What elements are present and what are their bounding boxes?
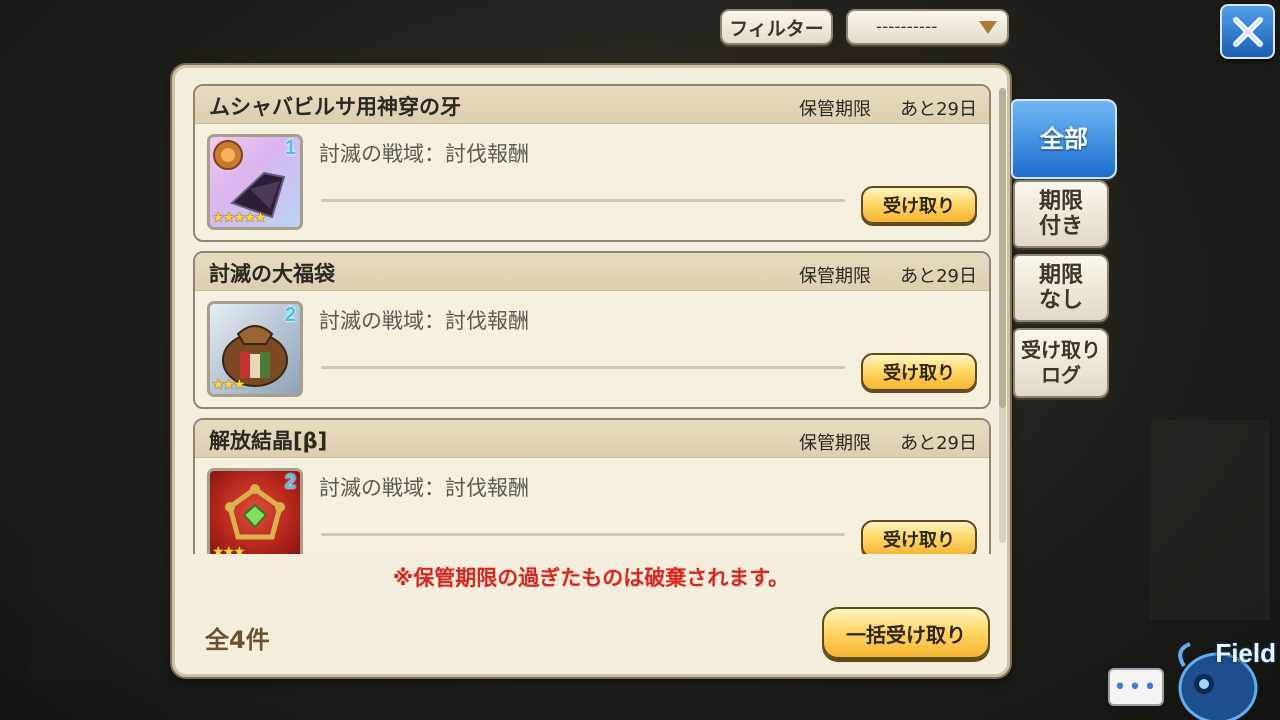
item-header: ムシャバビルサ用神穿の牙 保管期限 あと29日 [195,86,989,124]
rarity-stars: ★★★★★ [212,210,267,226]
close-button[interactable] [1220,4,1275,59]
field-label: Field [1215,638,1276,668]
bulk-receive-button[interactable]: 一括受け取り [822,607,990,659]
rarity-stars: ★★★ [212,544,246,554]
item-name: 討滅の大福袋 [209,262,335,286]
divider [321,366,845,369]
receive-button[interactable]: 受け取り [861,186,977,224]
divider [321,533,845,536]
item-list[interactable]: ムシャバビルサ用神穿の牙 保管期限 あと29日 1 ★★★★★ 討滅の戦域：討伐… [193,84,993,554]
tab-with-expiry[interactable]: 期限 付き [1013,180,1109,248]
receive-button[interactable]: 受け取り [861,520,977,554]
field-button[interactable]: Field [1170,626,1280,720]
item-header: 討滅の大福袋 保管期限 あと29日 [195,253,989,291]
list-item: 解放結晶[β] 保管期限 あと29日 2 ★★★ 討滅の戦域：討伐報酬 受け取り [193,418,991,554]
item-count: 2 [284,471,296,493]
filter-dropdown-value: ---------- [876,17,938,37]
filter-button[interactable]: フィルター [720,9,833,45]
item-name: 解放結晶[β] [209,429,328,453]
present-box-panel: ムシャバビルサ用神穿の牙 保管期限 あと29日 1 ★★★★★ 討滅の戦域：討伐… [172,65,1010,677]
chevron-down-icon [979,21,997,34]
item-source: 討滅の戦域：討伐報酬 [319,309,529,333]
fang-icon: 1 ★★★★★ [207,134,303,230]
expiry-value: あと29日 [900,433,977,454]
expiry-warning: ※保管期限の過ぎたものは破棄されます。 [392,566,790,590]
item-name: ムシャバビルサ用神穿の牙 [209,95,461,119]
total-count: 全4件 [205,626,270,654]
tab-all[interactable]: 全部 [1011,99,1117,179]
expiry-label: 保管期限 [799,433,871,454]
expiry-label: 保管期限 [799,99,871,120]
tab-no-expiry[interactable]: 期限 なし [1013,254,1109,322]
divider [321,199,845,202]
scrollbar[interactable] [999,88,1006,543]
expiry-value: あと29日 [900,266,977,287]
item-source: 討滅の戦域：討伐報酬 [319,142,529,166]
close-icon [1232,16,1263,47]
receive-button[interactable]: 受け取り [861,353,977,391]
tab-receive-log[interactable]: 受け取り ログ [1013,328,1109,398]
expiry-value: あと29日 [900,99,977,120]
release-crystal-icon: 2 ★★★ [207,468,303,554]
item-source: 討滅の戦域：討伐報酬 [319,476,529,500]
rarity-stars: ★★★ [212,377,246,393]
scrollbar-thumb[interactable] [999,88,1006,408]
expiry-label: 保管期限 [799,266,871,287]
item-header: 解放結晶[β] 保管期限 あと29日 [195,420,989,458]
chat-icon: ••• [1113,674,1159,700]
item-count: 2 [284,304,296,326]
list-item: 討滅の大福袋 保管期限 あと29日 2 ★★★ 討滅の戦域：討伐報酬 受け取り [193,251,991,409]
list-item: ムシャバビルサ用神穿の牙 保管期限 あと29日 1 ★★★★★ 討滅の戦域：討伐… [193,84,991,242]
chat-button[interactable]: ••• [1108,668,1164,706]
filter-dropdown[interactable]: ---------- [846,9,1009,45]
item-count: 1 [284,137,296,159]
lucky-bag-icon: 2 ★★★ [207,301,303,397]
